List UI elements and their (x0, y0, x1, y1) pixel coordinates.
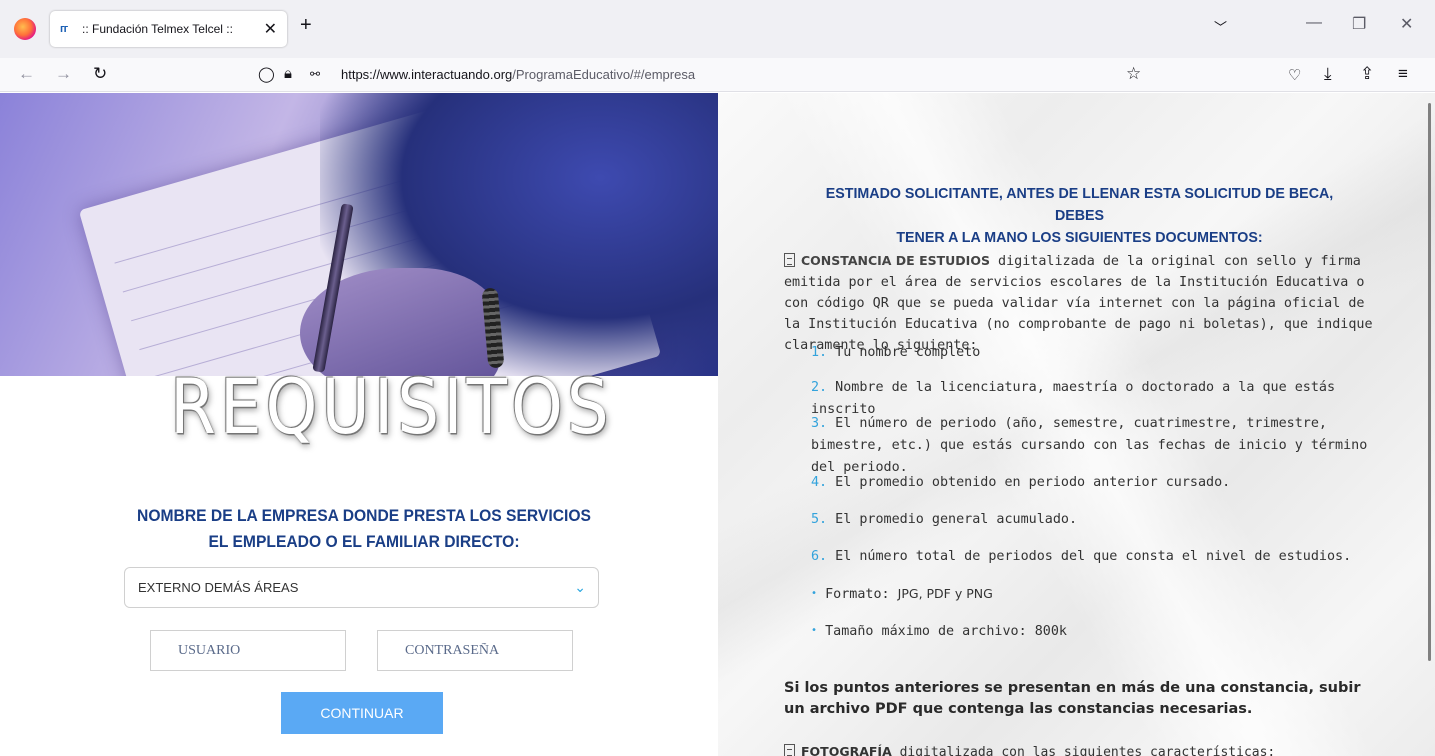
list-item: 6. El número total de periodos del que c… (811, 549, 1352, 564)
document-icon (784, 744, 795, 756)
hero-writing-image (0, 93, 718, 376)
company-select-value: EXTERNO DEMÁS ÁREAS (138, 580, 299, 595)
list-all-tabs-chevron-icon[interactable]: ﹀ (1214, 17, 1227, 36)
restore-icon[interactable]: ❐ (1352, 14, 1366, 34)
constancia-paragraph: CONSTANCIA DE ESTUDIOS digitalizada de l… (784, 253, 1373, 353)
url-text[interactable]: https://www.interactuando.org/ProgramaEd… (341, 67, 695, 82)
bookmark-star-icon[interactable]: ☆ (1126, 64, 1141, 84)
tab-title: :: Fundación Telmex Telcel :: (82, 22, 233, 36)
tracking-shield-icon[interactable]: ◯ (258, 65, 275, 83)
close-tab-icon[interactable]: ✕ (264, 19, 277, 39)
list-item: 3. El número de periodo (año, semestre, … (811, 416, 1368, 475)
lock-icon[interactable]: 🔒︎ (284, 65, 292, 82)
pocket-icon[interactable]: ♡ (1288, 66, 1301, 84)
share-icon[interactable]: ⇪ (1360, 64, 1374, 84)
password-input[interactable] (377, 630, 573, 671)
permissions-icon[interactable]: ⚯ (310, 67, 320, 81)
active-tab[interactable]: ᴦᴦ :: Fundación Telmex Telcel :: ✕ (50, 11, 287, 47)
downloads-icon[interactable]: ⤓ (1324, 64, 1332, 84)
fotografia-paragraph: FOTOGRAFÍA digitalizada con las siguient… (784, 744, 1275, 756)
site-favicon-icon: ᴦᴦ (60, 23, 68, 35)
navigation-toolbar: ← → ↻ ◯ 🔒︎ ⚯ https://www.interactuando.o… (0, 58, 1435, 92)
forward-arrow-icon[interactable]: → (55, 64, 72, 84)
reload-icon[interactable]: ↻ (93, 64, 107, 84)
new-tab-icon[interactable]: + (300, 15, 312, 35)
list-item: 4. El promedio obtenido en periodo anter… (811, 475, 1231, 490)
login-panel: REQUISITOS NOMBRE DE LA EMPRESA DONDE PR… (0, 93, 718, 756)
document-icon (784, 253, 795, 267)
format-item: • Formato: JPG, PDF y PNG (811, 586, 993, 602)
minimize-icon[interactable]: — (1306, 14, 1322, 32)
requisitos-title: REQUISITOS (170, 363, 613, 452)
documents-heading: ESTIMADO SOLICITANTE, ANTES DE LLENAR ES… (825, 185, 1334, 246)
back-arrow-icon[interactable]: ← (18, 64, 35, 84)
requirements-panel: ESTIMADO SOLICITANTE, ANTES DE LLENAR ES… (718, 93, 1435, 756)
web-page: REQUISITOS NOMBRE DE LA EMPRESA DONDE PR… (0, 93, 1435, 756)
company-select[interactable]: EXTERNO DEMÁS ÁREAS ⌄ (124, 567, 599, 608)
tab-bar: ᴦᴦ :: Fundación Telmex Telcel :: ✕ + ﹀ —… (0, 0, 1435, 58)
list-item: 1. Tu nombre completo (811, 345, 981, 360)
firefox-menu-icon[interactable] (14, 18, 36, 40)
close-window-icon[interactable]: ✕ (1400, 14, 1413, 34)
username-input[interactable] (150, 630, 346, 671)
url-bar[interactable]: ◯ 🔒︎ ⚯ https://www.interactuando.org/Pro… (246, 60, 1158, 90)
hamburger-menu-icon[interactable]: ≡ (1398, 64, 1408, 84)
page-scrollbar[interactable] (1428, 103, 1431, 661)
continue-button[interactable]: CONTINUAR (281, 692, 443, 734)
company-heading: NOMBRE DE LA EMPRESA DONDE PRESTA LOS SE… (137, 506, 591, 551)
chevron-down-icon: ⌄ (574, 579, 586, 595)
list-item: 5. El promedio general acumulado. (811, 512, 1078, 527)
size-item: • Tamaño máximo de archivo: 800k (811, 624, 1067, 639)
multiple-constancias-note: Si los puntos anteriores se presentan en… (784, 680, 1361, 717)
